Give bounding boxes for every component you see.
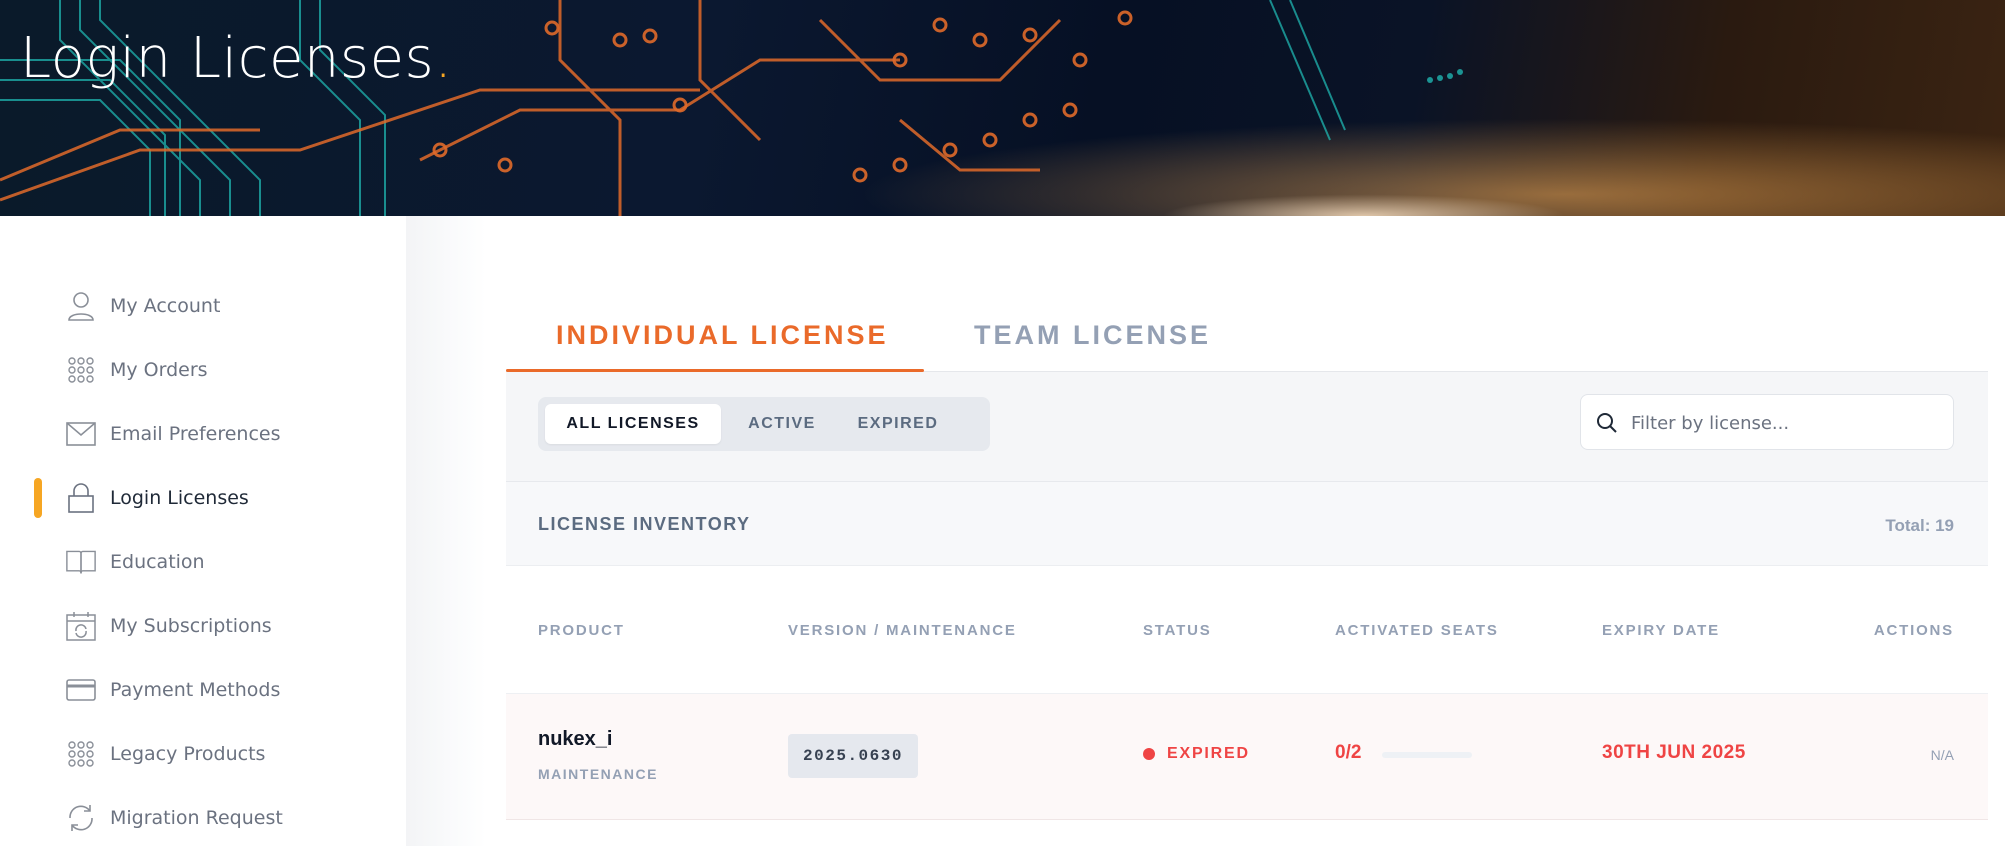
filter-expired-button[interactable]: EXPIRED [838,404,958,444]
sidebar-item-legacy-products[interactable]: Legacy Products [0,729,406,779]
column-header-expiry-date: EXPIRY DATE [1602,622,1720,639]
refresh-icon [66,803,96,833]
column-header-actions: ACTIONS [1873,622,1954,639]
sidebar-item-label: My Account [110,295,221,317]
license-search-box [1580,394,1954,450]
column-header-version: VERSION / MAINTENANCE [788,622,1017,639]
sidebar: My Account My Orders Email Preferences L… [0,216,406,846]
sidebar-item-label: Education [110,551,205,573]
sidebar-item-email-preferences[interactable]: Email Preferences [0,409,406,459]
sidebar-item-login-licenses[interactable]: Login Licenses [0,473,406,523]
hero-banner: Login Licenses. [0,0,2005,216]
product-name: nukex_i [538,728,613,750]
sidebar-item-label: Legacy Products [110,743,266,765]
row-actions: N/A [1930,747,1954,763]
column-header-product: PRODUCT [538,622,625,639]
book-icon [66,547,96,577]
product-type: MAINTENANCE [538,766,658,782]
envelope-icon [66,419,96,449]
sidebar-item-label: Payment Methods [110,679,281,701]
license-search-input[interactable] [1631,405,1941,441]
inventory-total-count: Total: 19 [1885,516,1954,535]
status-text: EXPIRED [1167,745,1250,762]
activated-seats-count: 0/2 [1335,742,1362,763]
sidebar-item-my-orders[interactable]: My Orders [0,345,406,395]
calendar-refresh-icon [66,611,96,641]
lock-icon [66,483,96,513]
sidebar-divider [406,216,486,846]
filter-active-button[interactable]: ACTIVE [734,404,830,444]
sidebar-item-label: My Orders [110,359,208,381]
license-tabs: INDIVIDUAL LICENSE TEAM LICENSE [506,276,1988,372]
sidebar-item-my-account[interactable]: My Account [0,281,406,331]
sidebar-item-migration-request[interactable]: Migration Request [0,793,406,843]
credit-card-icon [66,675,96,705]
sidebar-item-label: Login Licenses [110,487,249,509]
grid-dots-icon [66,355,96,385]
search-icon [1595,411,1619,435]
version-badge: 2025.0630 [788,734,918,778]
expiry-date: 30TH JUN 2025 [1602,742,1746,763]
filter-all-licenses-button[interactable]: ALL LICENSES [545,404,721,444]
table-row[interactable]: nukex_i MAINTENANCE 2025.0630 EXPIRED 0/… [506,694,1988,820]
status-badge: EXPIRED [1143,745,1250,763]
sidebar-item-my-subscriptions[interactable]: My Subscriptions [0,601,406,651]
sidebar-item-label: Migration Request [110,807,283,829]
table-header: PRODUCT VERSION / MAINTENANCE STATUS ACT… [506,566,1988,694]
tab-individual-license[interactable]: INDIVIDUAL LICENSE [556,320,889,351]
page-title: Login Licenses. [20,26,453,91]
seats-progress-bar [1382,752,1472,758]
main-content: INDIVIDUAL LICENSE TEAM LICENSE ALL LICE… [506,216,1988,846]
title-accent-dot: . [434,26,453,91]
column-header-status: STATUS [1143,622,1212,639]
sidebar-item-payment-methods[interactable]: Payment Methods [0,665,406,715]
filter-bar: ALL LICENSES ACTIVE EXPIRED [506,372,1988,482]
tab-team-license[interactable]: TEAM LICENSE [974,320,1211,351]
grid-dots-icon [66,739,96,769]
license-filter-segmented-control: ALL LICENSES ACTIVE EXPIRED [538,397,990,451]
column-header-activated-seats: ACTIVATED SEATS [1335,622,1499,639]
inventory-title: LICENSE INVENTORY [538,514,751,534]
license-inventory-header: LICENSE INVENTORY Total: 19 [506,482,1988,566]
sidebar-item-label: My Subscriptions [110,615,272,637]
sidebar-item-label: Email Preferences [110,423,281,445]
user-icon [66,291,96,321]
sidebar-item-education[interactable]: Education [0,537,406,587]
status-dot-icon [1143,748,1155,760]
